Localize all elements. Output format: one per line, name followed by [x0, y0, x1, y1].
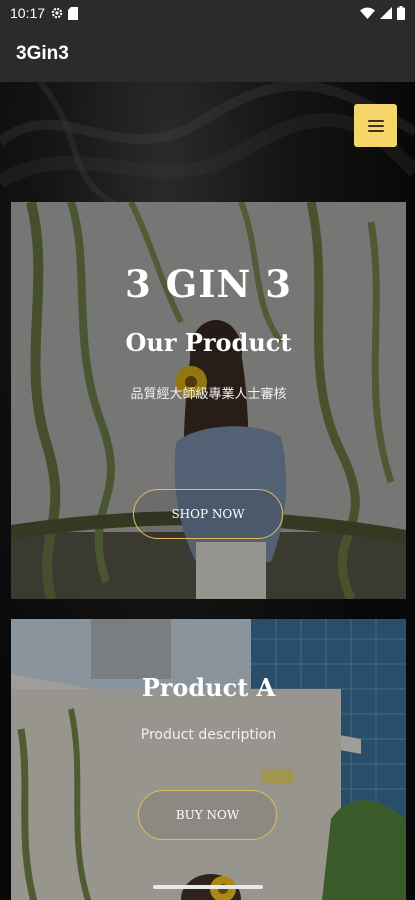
- shop-now-button[interactable]: SHOP NOW: [133, 489, 283, 539]
- settings-gear-icon: [51, 7, 63, 19]
- cell-signal-icon: [380, 7, 392, 19]
- product-background-image: [11, 619, 406, 900]
- wifi-icon: [360, 7, 375, 19]
- hamburger-menu-icon: [367, 119, 384, 132]
- hero-heading: Our Product: [125, 328, 292, 357]
- page-content[interactable]: 3 GIN 3 Our Product 品質經大師級專業人士審核 SHOP NO…: [0, 82, 415, 900]
- app-bar: 3Gin3: [0, 26, 415, 82]
- hero-tagline: 品質經大師級專業人士審核: [130, 387, 287, 402]
- buy-now-button[interactable]: BUY NOW: [138, 790, 277, 840]
- product-card: Product A Product description BUY NOW: [11, 619, 406, 900]
- sd-card-icon: [68, 6, 79, 20]
- home-indicator[interactable]: [153, 885, 263, 889]
- product-heading: Product A: [141, 673, 276, 702]
- hero-banner: 3 GIN 3 Our Product 品質經大師級專業人士審核 SHOP NO…: [11, 202, 406, 599]
- battery-icon: [397, 6, 405, 20]
- status-time: 10:17: [10, 5, 46, 21]
- app-title: 3Gin3: [16, 43, 69, 64]
- product-description: Product description: [140, 727, 277, 743]
- status-bar: 10:17: [0, 0, 415, 26]
- brand-title: 3 GIN 3: [125, 262, 292, 306]
- menu-button[interactable]: [354, 104, 397, 147]
- dark-silk-background: [0, 82, 415, 212]
